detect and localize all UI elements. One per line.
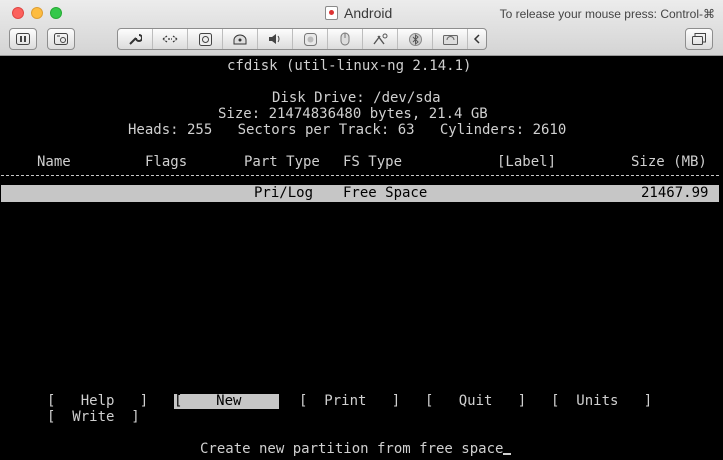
write-label: Write xyxy=(72,409,115,425)
help-label: Help xyxy=(80,393,115,409)
shared-folders-button[interactable] xyxy=(433,29,468,49)
app-title: Android xyxy=(344,5,393,21)
row-fs-type: Free Space xyxy=(343,185,428,201)
window-title: Android xyxy=(325,5,392,21)
camera-icon xyxy=(303,32,317,46)
collapse-toolbar-button[interactable] xyxy=(468,29,486,49)
partition-row-selected[interactable]: Pri/Log Free Space 21467.99 xyxy=(1,185,719,202)
status-line: Create new partition from free space xyxy=(200,441,512,457)
settings-wrench-icon xyxy=(129,34,142,45)
bluetooth-button[interactable] xyxy=(398,29,433,49)
hard-disk-button[interactable] xyxy=(188,29,223,49)
sound-icon xyxy=(269,34,280,44)
column-header-part-type: Part Type xyxy=(244,154,320,170)
new-label: New xyxy=(216,393,242,409)
units-button[interactable]: [ Units ] xyxy=(551,393,652,409)
sound-button[interactable] xyxy=(258,29,293,49)
disk-size-info: Size: 21474836480 bytes, 21.4 GB xyxy=(218,106,488,122)
snapshot-button[interactable] xyxy=(47,28,75,50)
release-mouse-hint: To release your mouse press: Control-⌘ xyxy=(499,7,715,21)
write-button[interactable]: [ Write ] xyxy=(47,409,140,425)
cd-dvd-button[interactable] xyxy=(223,29,258,49)
snapshot-icon xyxy=(54,33,68,45)
camera-button[interactable] xyxy=(293,29,328,49)
window-titlebar: Android To release your mouse press: Con… xyxy=(0,0,723,56)
cfdisk-title: cfdisk (util-linux-ng 2.14.1) xyxy=(227,58,472,74)
usb-icon xyxy=(340,32,350,46)
row-size: 21467.99 xyxy=(641,185,709,201)
hard-disk-icon xyxy=(198,32,212,46)
disk-drive-info: Disk Drive: /dev/sda xyxy=(272,90,441,106)
column-header-name: Name xyxy=(37,154,71,170)
pause-button[interactable] xyxy=(9,28,37,50)
bluetooth-icon xyxy=(408,32,422,46)
usb-button[interactable] xyxy=(328,29,363,49)
row-part-type: Pri/Log xyxy=(254,185,314,201)
header-divider xyxy=(1,175,719,176)
collapse-arrow-icon xyxy=(473,34,480,44)
printer-icon xyxy=(373,33,388,44)
close-window-button[interactable] xyxy=(12,7,24,19)
disk-geometry-info: Heads: 255 Sectors per Track: 63 Cylinde… xyxy=(128,122,567,138)
new-button[interactable]: [ New ] xyxy=(174,393,292,409)
network-arrows-icon xyxy=(162,35,178,43)
device-toolbar xyxy=(117,28,487,50)
status-text: Create new partition from free space xyxy=(200,441,504,457)
network-button[interactable] xyxy=(153,29,188,49)
pause-icon xyxy=(16,33,30,45)
settings-button[interactable] xyxy=(118,29,153,49)
fullscreen-icon xyxy=(692,33,706,45)
quit-label: Quit xyxy=(458,393,493,409)
column-header-flags: Flags xyxy=(145,154,188,170)
column-header-fs-type: FS Type xyxy=(343,154,403,170)
units-label: Units xyxy=(576,393,619,409)
print-button[interactable]: [ Print ] xyxy=(299,393,400,409)
help-button[interactable]: [ Help ] xyxy=(47,393,148,409)
fullscreen-button[interactable] xyxy=(685,28,713,50)
android-vm-icon xyxy=(325,6,338,20)
column-header-size: Size (MB) xyxy=(631,154,707,170)
zoom-window-button[interactable] xyxy=(50,7,62,19)
cd-dvd-icon xyxy=(233,34,247,45)
text-cursor xyxy=(503,453,512,455)
print-label: Print xyxy=(324,393,367,409)
shared-folders-icon xyxy=(442,35,458,45)
quit-button[interactable]: [ Quit ] xyxy=(425,393,526,409)
printer-button[interactable] xyxy=(363,29,398,49)
column-header-label: [Label] xyxy=(497,154,557,170)
terminal-screen[interactable]: cfdisk (util-linux-ng 2.14.1) Disk Drive… xyxy=(0,57,723,460)
minimize-window-button[interactable] xyxy=(31,7,43,19)
